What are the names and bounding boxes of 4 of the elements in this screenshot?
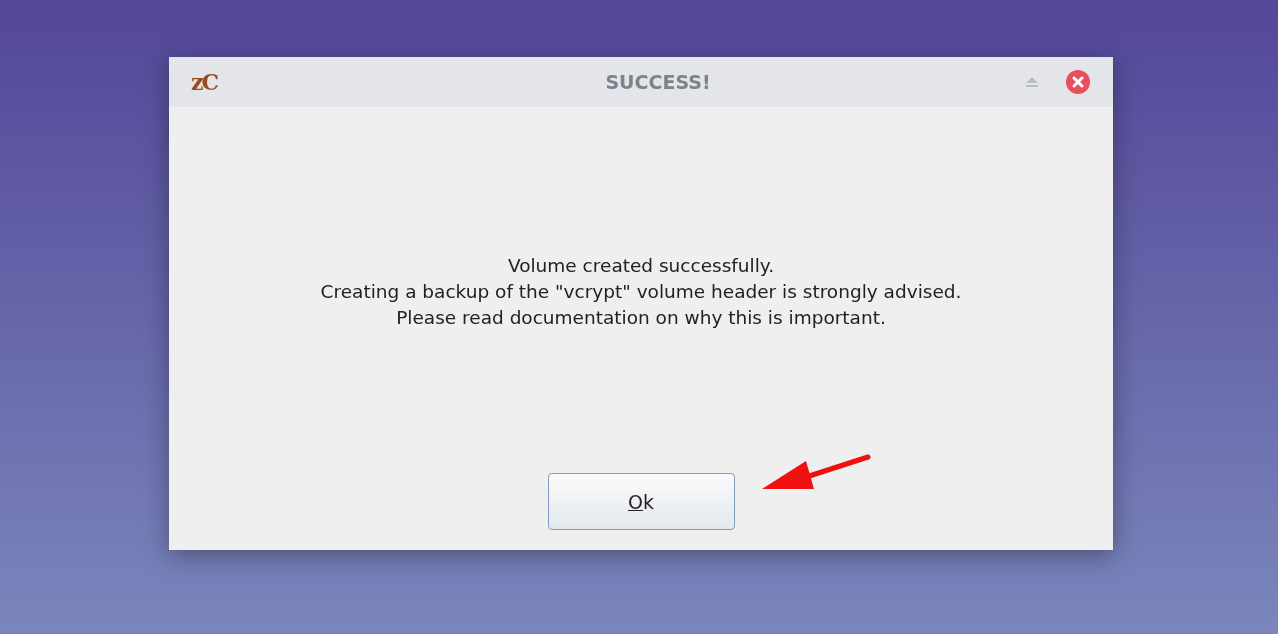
window-title: SUCCESS! — [605, 71, 711, 93]
message-text: Volume created successfully. Creating a backup of the "vcrypt" volume header is strongly advised. Please read documentation on why this is important. — [320, 254, 962, 330]
ok-button[interactable]: Ok — [547, 473, 735, 530]
app-logo: zC — [191, 69, 217, 95]
